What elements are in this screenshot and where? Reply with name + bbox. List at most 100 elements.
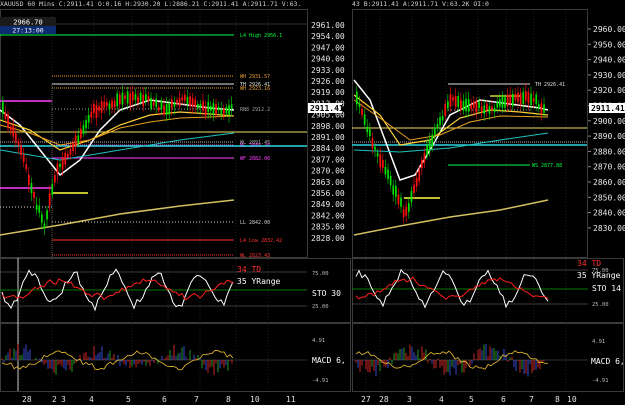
candle[interactable] [230,104,233,109]
candle[interactable] [460,99,462,110]
center-price-tick[interactable]: 2863.00 [311,178,345,187]
candle[interactable] [384,166,387,175]
candle[interactable] [43,223,46,229]
candle[interactable] [189,96,191,107]
time-label[interactable]: 4 [89,395,94,404]
time-label[interactable]: 4 [439,395,444,404]
center-price-tick[interactable]: 2828.00 [311,234,345,243]
candle[interactable] [428,140,431,151]
candle[interactable] [210,105,212,111]
candle[interactable] [395,185,397,197]
center-price-tick[interactable]: 2856.00 [311,189,345,198]
center-price-tick[interactable]: 2898.00 [311,122,345,131]
time-label[interactable]: 6 [501,395,506,404]
candle[interactable] [369,129,371,137]
candle[interactable] [478,101,480,109]
candle[interactable] [522,91,525,105]
candle[interactable] [158,107,160,111]
right-price-tick[interactable]: 2930.00 [593,71,625,80]
time-label[interactable]: 6 [162,395,167,404]
candle[interactable] [217,106,220,111]
candle[interactable] [532,98,535,102]
time-label[interactable]: 8 [226,395,231,404]
candle[interactable] [374,146,376,150]
center-price-tick[interactable]: 2919.00 [311,88,345,97]
candle[interactable] [168,102,171,115]
candle[interactable] [186,96,189,105]
candle[interactable] [387,169,389,180]
center-price-tick[interactable]: 2884.00 [311,144,345,153]
candle[interactable] [535,94,538,104]
trading-workspace[interactable]: L4 High 2956.1 WH 2931.57 TH 2926.41 WH 292… [0,0,625,405]
candle[interactable] [199,103,202,108]
candle[interactable] [15,133,17,142]
candle[interactable] [514,93,517,100]
center-price-tick[interactable]: 2842.00 [311,211,345,220]
candle[interactable] [473,101,475,109]
candle[interactable] [191,97,194,107]
candle[interactable] [447,101,449,109]
candle[interactable] [56,163,59,174]
candle[interactable] [509,93,512,104]
candle[interactable] [225,106,228,114]
candle[interactable] [454,95,457,107]
right-price-tick[interactable]: 2880.00 [593,147,625,156]
candle[interactable] [525,90,527,101]
candle[interactable] [491,106,493,110]
candle[interactable] [527,92,530,104]
candle[interactable] [504,97,506,108]
right-price-axis[interactable]: 2960.002950.002940.002930.002920.002910.… [588,25,625,233]
candle[interactable] [171,99,173,109]
candle[interactable] [124,95,126,99]
candle[interactable] [142,94,145,107]
candle[interactable] [408,202,410,212]
candle[interactable] [444,104,447,116]
time-label[interactable]: 2 [52,395,57,404]
candle[interactable] [113,100,116,108]
candle[interactable] [9,126,12,131]
candle[interactable] [80,128,82,139]
center-price-tick[interactable]: 2891.00 [311,133,345,142]
candle[interactable] [405,206,408,216]
candle[interactable] [402,209,405,218]
center-price-tick[interactable]: 2947.00 [311,43,345,52]
candle[interactable] [486,103,488,110]
candle[interactable] [480,106,483,111]
candle[interactable] [423,153,426,163]
center-price-axis[interactable]: 2961.00 2954.00 2947.00 2940.00 2933.00 2926.… [311,21,345,243]
candle[interactable] [358,103,361,107]
candle[interactable] [173,102,176,107]
candle[interactable] [33,191,35,198]
candle[interactable] [431,134,434,147]
candle[interactable] [155,98,158,108]
candle[interactable] [379,154,382,168]
time-label[interactable]: 5 [469,395,474,404]
candle[interactable] [160,100,163,109]
time-label[interactable]: 28 [379,395,389,404]
candle[interactable] [106,102,108,107]
candle[interactable] [415,177,418,187]
candle[interactable] [74,135,77,148]
candle[interactable] [418,169,421,182]
candle[interactable] [116,93,119,107]
center-price-tick[interactable]: 2870.00 [311,167,345,176]
candle[interactable] [421,159,423,169]
candle[interactable] [512,94,514,107]
time-label[interactable]: 28 [22,395,32,404]
candle[interactable] [439,117,441,126]
time-label[interactable]: 10 [250,395,260,404]
right-price-tick[interactable]: 2940.00 [593,56,625,65]
candle[interactable] [457,96,460,108]
candle[interactable] [202,101,204,111]
candle[interactable] [356,91,358,105]
candle[interactable] [194,99,197,108]
candle[interactable] [85,120,87,129]
candle[interactable] [59,163,61,168]
candle[interactable] [462,100,465,111]
candle[interactable] [371,138,374,149]
candle[interactable] [4,112,7,120]
candle[interactable] [95,105,98,118]
candle[interactable] [499,99,501,107]
candle[interactable] [103,101,106,108]
candle[interactable] [87,114,90,123]
